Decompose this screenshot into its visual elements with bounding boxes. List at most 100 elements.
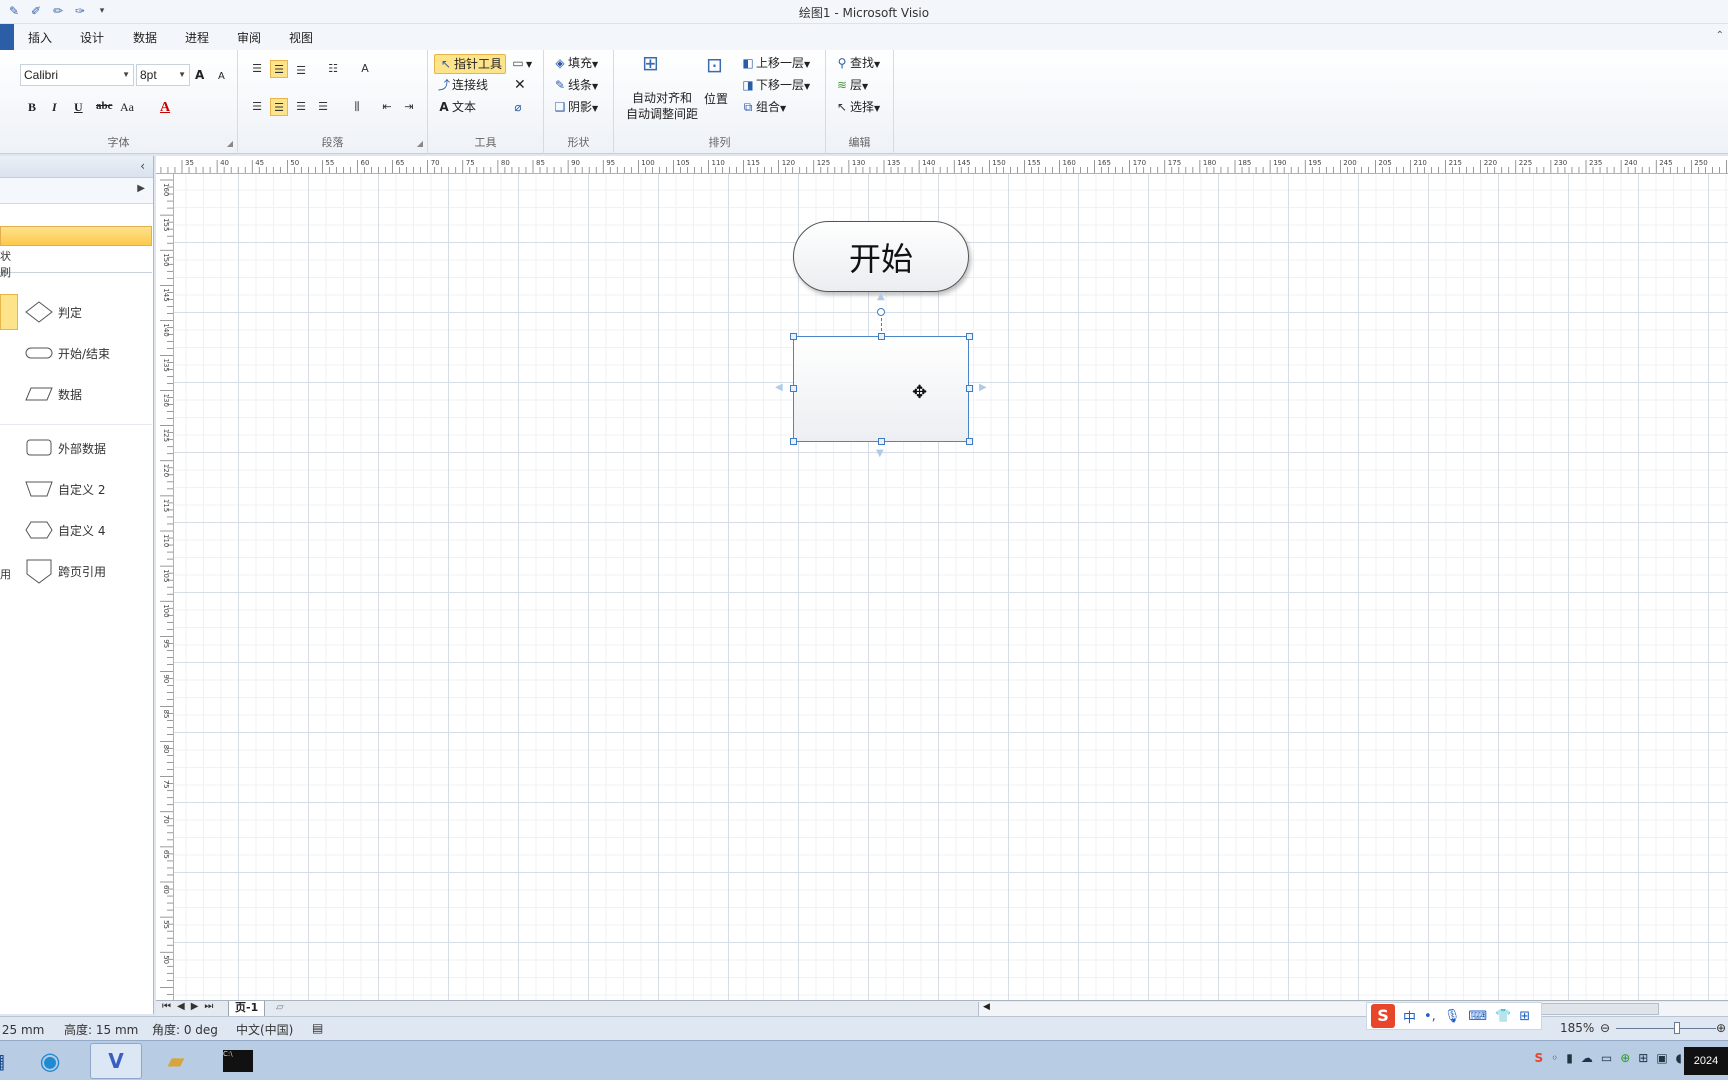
scroll-left-icon[interactable]: ◀ — [983, 1002, 990, 1012]
page-navigation-icons[interactable]: ⏮◀▶⏭ — [162, 1001, 219, 1012]
decrease-indent-icon[interactable]: ⇤ — [378, 98, 396, 116]
microphone-icon[interactable]: 🎙 — [1444, 1009, 1461, 1024]
taskbar-edge[interactable]: ◉ — [24, 1043, 76, 1079]
format-painter-icon[interactable]: ⌀ — [510, 98, 526, 116]
sogou-tray-icon[interactable]: S — [1535, 1051, 1544, 1065]
tray-icon[interactable]: ◦ — [1551, 1051, 1558, 1065]
find-button[interactable]: ⚲ 查找▼ — [834, 54, 881, 74]
text-rotate-icon[interactable]: A — [356, 60, 374, 78]
connect-left-arrow-icon[interactable]: ◀ — [775, 382, 783, 393]
network-icon[interactable]: ⊞ — [1638, 1051, 1648, 1065]
selection-handle[interactable] — [966, 438, 973, 445]
selection-handle[interactable] — [966, 385, 973, 392]
bold-button[interactable]: B — [28, 100, 36, 115]
cloud-icon[interactable]: ☁ — [1581, 1051, 1593, 1065]
grow-font-button[interactable]: A — [195, 66, 204, 84]
selection-handle[interactable] — [878, 333, 885, 340]
select-button[interactable]: ↖ 选择▼ — [834, 98, 880, 118]
selected-master[interactable] — [0, 294, 18, 330]
toolbox-icon[interactable]: ⊞ — [1519, 1009, 1530, 1024]
shrink-font-button[interactable]: A — [218, 68, 225, 86]
start-button[interactable]: ▦ — [0, 1043, 22, 1079]
dialog-launcher-icon[interactable]: ◢ — [417, 139, 423, 148]
taskbar-visio[interactable]: V — [90, 1043, 142, 1079]
tab-insert[interactable]: 插入 — [28, 29, 52, 46]
add-icon[interactable]: ⊕ — [1620, 1051, 1630, 1065]
punctuation-icon[interactable]: •, — [1424, 1009, 1436, 1024]
master-external-data[interactable]: 外部数据 — [24, 433, 106, 463]
change-case-button[interactable]: Aa — [120, 100, 134, 115]
master-custom-4[interactable]: 自定义 4 — [24, 515, 105, 545]
tab-view[interactable]: 视图 — [289, 29, 313, 46]
distribute-icon[interactable]: ⫼ — [348, 98, 366, 116]
page-tab-1[interactable]: 页-1 — [228, 1001, 266, 1017]
increase-indent-icon[interactable]: ⇥ — [400, 98, 418, 116]
horizontal-scrollbar[interactable]: ◀ — [978, 1002, 1728, 1016]
strikethrough-button[interactable]: abc — [96, 100, 113, 112]
align-center-icon[interactable]: ☰ — [270, 98, 288, 116]
layers-button[interactable]: ≋ 层▼ — [834, 76, 868, 96]
status-language[interactable]: 中文(中国) — [236, 1021, 293, 1038]
macro-record-icon[interactable]: ▤ — [312, 1021, 323, 1035]
display-icon[interactable]: ▭ — [1601, 1051, 1612, 1065]
pointer-tool-button[interactable]: ↖ 指针工具 — [434, 54, 507, 74]
stencil-header[interactable] — [0, 226, 152, 246]
tab-design[interactable]: 设计 — [80, 29, 104, 46]
more-shapes-row[interactable]: ▶ — [0, 178, 153, 204]
start-terminator-shape[interactable]: 开始 — [793, 221, 969, 292]
font-size-select[interactable]: 8pt ▼ — [136, 64, 190, 86]
align-left-icon[interactable]: ☰ — [248, 98, 266, 116]
group-button[interactable]: ⧉ 组合▼ — [740, 98, 786, 118]
collapse-ribbon-icon[interactable]: ⌃ — [1716, 30, 1724, 41]
master-custom-2[interactable]: 自定义 2 — [24, 474, 105, 504]
volume-icon[interactable]: ◖ — [1676, 1051, 1682, 1065]
insert-page-icon[interactable]: ▱ — [276, 1002, 284, 1013]
align-top-icon[interactable]: ☰ — [248, 60, 266, 78]
master-offpage-reference[interactable]: 跨页引用 — [24, 556, 106, 586]
keyboard-icon[interactable]: ⌨ — [1468, 1009, 1487, 1024]
master-data[interactable]: 数据 — [24, 379, 82, 409]
send-backward-button[interactable]: ◨ 下移一层▼ — [740, 76, 810, 96]
align-middle-icon[interactable]: ☰ — [270, 60, 288, 78]
connect-right-arrow-icon[interactable]: ▶ — [979, 382, 987, 393]
zoom-out-icon[interactable]: ⊖ — [1600, 1021, 1610, 1035]
battery-icon[interactable]: ▮ — [1566, 1051, 1573, 1065]
file-tab[interactable] — [0, 24, 14, 50]
bullets-icon[interactable]: ☷ — [324, 60, 342, 78]
process-shape[interactable] — [793, 336, 969, 442]
justify-icon[interactable]: ☰ — [314, 98, 332, 116]
tab-process[interactable]: 进程 — [185, 29, 209, 46]
font-color-button[interactable]: A — [160, 100, 170, 116]
selection-handle[interactable] — [966, 333, 973, 340]
collapse-panel-icon[interactable]: ‹ — [140, 159, 145, 173]
font-family-select[interactable]: Calibri ▼ — [20, 64, 134, 86]
close-icon[interactable]: ✕ — [514, 76, 526, 94]
tab-data[interactable]: 数据 — [133, 29, 157, 46]
taskbar-cmd[interactable]: C:\ — [212, 1043, 264, 1079]
skin-icon[interactable]: 👕 — [1495, 1009, 1511, 1024]
drawing-canvas[interactable] — [174, 174, 1728, 1000]
taskbar-explorer[interactable]: ▰ — [150, 1043, 202, 1079]
connect-up-arrow-icon[interactable]: ▲ — [877, 291, 885, 302]
master-decision[interactable]: 判定 — [24, 297, 82, 327]
position-button[interactable]: 位置 — [704, 90, 728, 108]
selection-handle[interactable] — [790, 385, 797, 392]
line-button[interactable]: ✎ 线条▼ — [552, 76, 598, 96]
selection-handle[interactable] — [790, 333, 797, 340]
dialog-launcher-icon[interactable]: ◢ — [227, 139, 233, 148]
rectangle-tool-button[interactable]: ▭ ▼ — [510, 54, 532, 74]
ime-mode[interactable]: 中 — [1403, 1007, 1416, 1026]
underline-button[interactable]: U — [74, 100, 83, 115]
shadow-button[interactable]: ❑ 阴影▼ — [552, 98, 599, 118]
auto-align-button[interactable]: 自动对齐和 自动调整间距 — [626, 90, 698, 122]
fill-button[interactable]: ◈ 填充▼ — [552, 54, 598, 74]
zoom-level[interactable]: 185% — [1560, 1021, 1594, 1035]
connector-tool-button[interactable]: ⤴ 连接线 — [436, 76, 488, 94]
master-terminator[interactable]: 开始/结束 — [24, 338, 110, 368]
italic-button[interactable]: I — [52, 100, 57, 115]
tab-review[interactable]: 审阅 — [237, 29, 261, 46]
align-right-icon[interactable]: ☰ — [292, 98, 310, 116]
zoom-in-icon[interactable]: ⊕ — [1716, 1021, 1726, 1035]
rotation-handle[interactable] — [877, 308, 885, 316]
screen-icon[interactable]: ▣ — [1656, 1051, 1667, 1065]
